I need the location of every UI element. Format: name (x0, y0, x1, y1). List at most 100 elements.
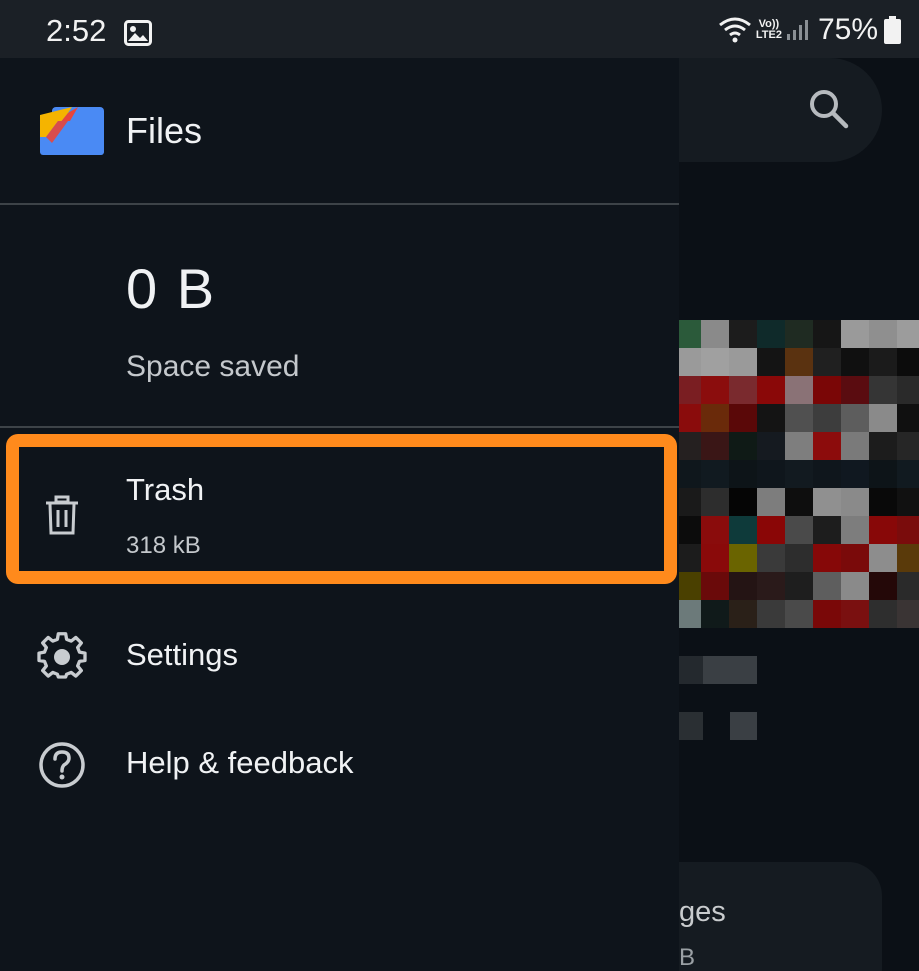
divider (0, 426, 679, 428)
drawer-item-label: Help & feedback (126, 745, 354, 780)
thumbnail-pixel (897, 432, 919, 460)
drawer-item-help[interactable]: Help & feedback (0, 726, 679, 800)
thumbnail-pixel (729, 488, 757, 516)
thumbnail-pixel (785, 600, 813, 628)
wifi-icon (718, 17, 751, 43)
thumbnail-pixel (785, 348, 813, 376)
thumbnail-pixel (701, 320, 729, 348)
trash-size: 318 kB (126, 532, 201, 559)
thumbnail-pixel (729, 516, 757, 544)
trash-icon (46, 495, 78, 535)
divider (0, 203, 679, 205)
thumbnail-pixel (841, 460, 869, 488)
thumbnail-pixel (757, 432, 785, 460)
thumbnail-pixel (869, 572, 897, 600)
thumbnail-pixel (869, 516, 897, 544)
thumbnail-pixel (813, 572, 841, 600)
thumbnail-pixel (701, 460, 729, 488)
thumbnail-pixel (841, 572, 869, 600)
search-icon (810, 90, 849, 129)
thumbnail-pixel (785, 572, 813, 600)
thumbnail-pixel (757, 544, 785, 572)
thumbnail-pixel (869, 404, 897, 432)
thumbnail-pixel (813, 488, 841, 516)
thumbnail-pixel (813, 320, 841, 348)
thumbnail-pixel (729, 572, 757, 600)
thumbnail-pixel (869, 460, 897, 488)
app-title: Files (126, 110, 203, 151)
thumbnail-pixel (757, 516, 785, 544)
thumbnail-pixel (729, 544, 757, 572)
thumbnail-pixel (813, 516, 841, 544)
thumbnail-pixel (701, 376, 729, 404)
thumbnail-pixel (869, 488, 897, 516)
drawer-item-trash[interactable]: Trash 318 kB (0, 430, 679, 584)
thumbnail-pixel (701, 348, 729, 376)
thumbnail-pixel (757, 572, 785, 600)
drawer-item-settings[interactable]: Settings (0, 618, 679, 692)
status-icons: Vo)) LTE2 75% (718, 12, 901, 48)
gear-icon (37, 632, 87, 679)
thumbnail-pixel (729, 404, 757, 432)
thumbnail-pixel (897, 572, 919, 600)
thumbnail-pixel (841, 348, 869, 376)
thumbnail-pixel (841, 404, 869, 432)
placeholder-bar (679, 656, 703, 684)
thumbnail-pixel (757, 460, 785, 488)
placeholder-bar (703, 656, 757, 684)
screen: 2:52 Vo)) LTE2 75% ges B Files 0 B Space… (0, 0, 919, 971)
thumbnail-pixel (813, 404, 841, 432)
thumbnail-pixel (757, 376, 785, 404)
thumbnail-pixel (701, 572, 729, 600)
thumbnail-pixel (785, 488, 813, 516)
thumbnail-pixel (785, 544, 813, 572)
thumbnail-pixel (813, 460, 841, 488)
thumbnail-pixel (757, 348, 785, 376)
thumbnail-pixel (897, 404, 919, 432)
thumbnail-pixel (757, 488, 785, 516)
thumbnail-pixel (841, 516, 869, 544)
thumbnail-pixel (869, 544, 897, 572)
space-saved-label: Space saved (126, 350, 300, 383)
thumbnail-pixel (729, 432, 757, 460)
status-time: 2:52 (46, 13, 107, 48)
placeholder-bar (730, 712, 757, 740)
thumbnail-pixel (897, 488, 919, 516)
thumbnail-pixel (869, 348, 897, 376)
thumbnail-pixel (729, 348, 757, 376)
thumbnail-pixel (897, 376, 919, 404)
thumbnail-pixel (785, 404, 813, 432)
thumbnail-pixel (897, 544, 919, 572)
thumbnail-pixel (841, 544, 869, 572)
background-card-title: ges (679, 896, 726, 928)
thumbnail-pixel (841, 376, 869, 404)
thumbnail-pixel (813, 600, 841, 628)
status-bar: 2:52 Vo)) LTE2 75% (0, 0, 919, 58)
thumbnail-pixel (841, 320, 869, 348)
thumbnail-pixel (897, 460, 919, 488)
thumbnail-pixel (869, 376, 897, 404)
thumbnail-pixel (729, 376, 757, 404)
thumbnail-pixel (869, 600, 897, 628)
gallery-icon (124, 20, 152, 46)
thumbnail-pixel (869, 432, 897, 460)
thumbnail-pixel (897, 516, 919, 544)
thumbnail-pixel (757, 600, 785, 628)
thumbnail-pixel (869, 320, 897, 348)
thumbnail-pixel (729, 600, 757, 628)
thumbnail-pixel (897, 320, 919, 348)
thumbnail-pixel (897, 600, 919, 628)
drawer-header: Files (0, 58, 679, 204)
thumbnail-pixel (729, 320, 757, 348)
thumbnail-pixel (701, 432, 729, 460)
thumbnail-pixel (701, 544, 729, 572)
placeholder-bar (679, 712, 703, 740)
background-card-subtitle: B (679, 944, 696, 971)
signal-icon (786, 20, 808, 40)
space-saved-value: 0 B (126, 257, 217, 320)
thumbnail-pixel (757, 404, 785, 432)
thumbnail-pixel (785, 432, 813, 460)
thumbnail-pixel (841, 432, 869, 460)
volte-line-2: LTE2 (755, 29, 782, 41)
thumbnail-pixel (701, 516, 729, 544)
